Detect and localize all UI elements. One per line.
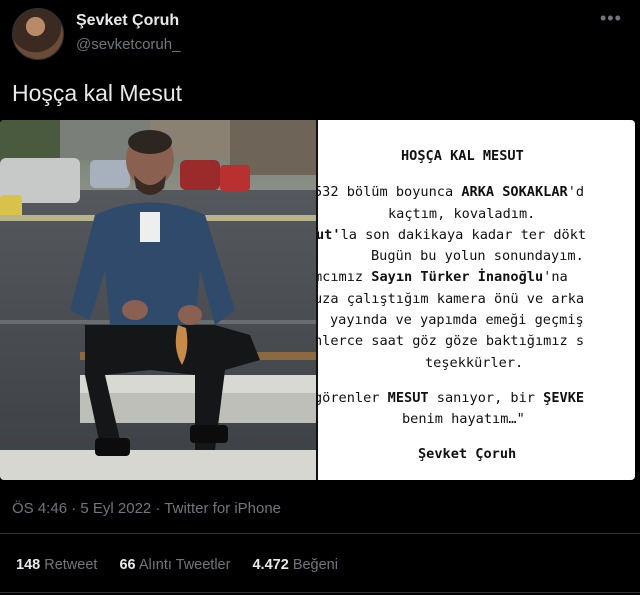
letter-text: HOŞÇA KAL MESUT 532 bölüm boyunca ARKA S… (318, 120, 635, 480)
retweets-label: Retweet (44, 557, 98, 573)
letter-line-4: Bugün bu yolun sonundayım. (371, 248, 584, 264)
letter-line-6: uza çalıştığım kamera önü ve arka (318, 291, 585, 307)
letter-line-7: yayında ve yapımda emeği geçmiş (330, 312, 584, 328)
author-handle[interactable]: @sevketcoruh_ (76, 36, 180, 53)
letter-line-2: kaçtım, kovaladım. (388, 206, 536, 222)
letter-line-8: nlerce saat göz göze baktığımız s (318, 333, 585, 349)
tweet-header: Şevket Çoruh @sevketcoruh_ ••• (0, 0, 640, 64)
more-icon[interactable]: ••• (600, 8, 622, 29)
letter-signature: Şevket Çoruh (418, 446, 517, 462)
tweet-text: Hoşça kal Mesut (12, 80, 183, 106)
tweet-stats: 148 Retweet 66 Alıntı Tweetler 4.472 Beğ… (16, 557, 356, 573)
letter-line-9: teşekkürler. (425, 355, 524, 371)
divider (0, 592, 640, 593)
street-photo-image (0, 120, 316, 480)
tweet-timestamp[interactable]: ÖS 4:46 · 5 Eyl 2022 · Twitter for iPhon… (12, 500, 281, 517)
retweets-stat[interactable]: 148 Retweet (16, 557, 101, 573)
letter-title: HOŞÇA KAL MESUT (401, 148, 524, 164)
likes-count: 4.472 (252, 557, 289, 573)
letter-line-1: 532 bölüm boyunca ARKA SOKAKLAR'd (318, 184, 585, 200)
quotes-count: 66 (119, 557, 136, 573)
tweet-media[interactable]: HOŞÇA KAL MESUT 532 bölüm boyunca ARKA S… (0, 120, 635, 480)
avatar[interactable] (12, 8, 64, 60)
retweets-count: 148 (16, 557, 41, 573)
media-photo-man[interactable] (0, 120, 316, 480)
author-name[interactable]: Şevket Çoruh (76, 12, 179, 30)
quotes-label: Alıntı Tweetler (138, 557, 231, 573)
quotes-stat[interactable]: 66 Alıntı Tweetler (119, 557, 234, 573)
letter-line-11: benim hayatım…" (402, 411, 525, 427)
likes-stat[interactable]: 4.472 Beğeni (252, 557, 337, 573)
letter-line-5: mcımız Sayın Türker İnanoğlu'na (318, 269, 568, 285)
letter-line-3: ut'la son dakikaya kadar ter dökt (318, 227, 587, 243)
letter-line-10: görenler MESUT sanıyor, bir ŞEVKE (318, 390, 585, 406)
likes-label: Beğeni (292, 557, 338, 573)
media-letter[interactable]: HOŞÇA KAL MESUT 532 bölüm boyunca ARKA S… (318, 120, 635, 480)
divider (0, 533, 640, 534)
